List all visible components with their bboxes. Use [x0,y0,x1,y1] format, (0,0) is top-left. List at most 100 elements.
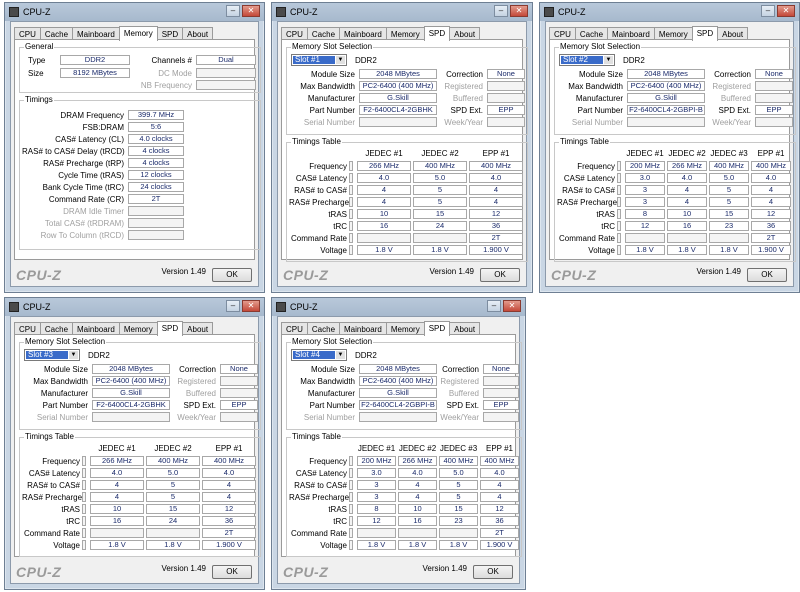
title-bar[interactable]: CPU-Z – ✕ [272,3,532,21]
window-controls: – ✕ [226,5,260,17]
ok-button[interactable]: OK [473,565,513,579]
max-bandwidth-label: Max Bandwidth [300,82,355,91]
manufacturer-value: G.Skill [359,388,437,398]
ok-button[interactable]: OK [480,268,520,282]
timings-cell: 5 [413,185,467,195]
timing-value: 24 clocks [128,182,184,192]
slot-select[interactable]: Slot #1 ▼ [291,54,347,66]
timings-blank-cell [349,245,353,255]
spd-ext-value: EPP [483,400,519,410]
timings-cell: 15 [709,209,749,219]
memory-slot-selection-group: Memory Slot Selection Slot #1 ▼ DDR2 Module … [286,42,528,135]
nb-frequency-label: NB Frequency [140,81,192,90]
timings-column-header: JEDEC #2 [398,444,437,453]
chevron-down-icon[interactable]: ▼ [336,56,345,64]
timings-cell: 3 [625,185,665,195]
close-icon[interactable]: ✕ [510,5,528,17]
group-title: Timings Table [291,137,342,146]
timings-cell [357,233,411,243]
dc-mode-label: DC Mode [158,69,192,78]
timings-blank-cell [617,161,621,171]
correction-label: Correction [446,70,483,79]
timings-row-label: Voltage [320,246,347,255]
timings-cell: 4.0 [357,173,411,183]
version-label: Version 1.49 [696,267,741,276]
week-year-label: Week/Year [444,118,483,127]
window-client: CPU Cache Mainboard Memory SPD About Memory Sl… [277,316,522,584]
timings-cell: 15 [413,209,467,219]
tab-panel: Memory Slot Selection Slot #3 ▼ DDR2 Module … [14,334,261,557]
timings-cell: 2T [202,528,256,538]
tab-strip: CPU Cache Mainboard Memory SPD About [549,26,749,41]
timings-cell: 16 [90,516,144,526]
title-bar[interactable]: CPU-Z – ✕ [540,3,799,21]
timings-blank-cell [82,528,86,538]
timings-blank-cell [82,516,86,526]
slot-select[interactable]: Slot #4 ▼ [291,349,347,361]
timings-cell: 4.0 [90,468,144,478]
tab-spd[interactable]: SPD [156,321,184,336]
timings-cell: 10 [398,504,437,514]
title-bar[interactable]: CPU-Z – ✕ [5,3,264,21]
tab-spd[interactable]: SPD [691,26,719,41]
timings-table-group: Timings Table JEDEC #1 JEDEC #2 EPP #1 Frequ… [286,137,528,262]
close-icon[interactable]: ✕ [242,5,260,17]
spd-ext-value: EPP [755,105,793,115]
ok-button[interactable]: OK [212,565,252,579]
timings-cell: 1.8 V [90,540,144,550]
tab-spd[interactable]: SPD [423,321,451,336]
tab-spd[interactable]: SPD [423,26,451,41]
timings-blank-cell [82,540,86,550]
slot-select[interactable]: Slot #3 ▼ [24,349,80,361]
timings-cell: 400 MHz [480,456,519,466]
minimize-icon[interactable]: – [226,5,240,17]
slot-select[interactable]: Slot #2 ▼ [559,54,615,66]
buffered-value [220,388,258,398]
window-client: CPU Cache Mainboard Memory SPD About General Ty… [10,21,261,287]
timings-row-label: RAS# Precharge [557,198,618,207]
tab-panel: Memory Slot Selection Slot #2 ▼ DDR2 Module … [549,39,796,262]
registered-value [483,376,519,386]
close-icon[interactable]: ✕ [242,300,260,312]
timings-cell: 36 [469,221,523,231]
group-title: Memory Slot Selection [24,337,107,346]
registered-label: Registered [440,377,479,386]
timings-row-label: tRC [601,222,615,231]
timings-row-label: RAS# to CAS# [294,481,347,490]
correction-value: None [487,69,525,79]
minimize-icon[interactable]: – [494,5,508,17]
ok-button[interactable]: OK [747,268,787,282]
chevron-down-icon[interactable]: ▼ [69,351,78,359]
tab-memory[interactable]: Memory [118,26,158,41]
week-year-value [220,412,258,422]
timings-column-header: JEDEC #1 [626,149,664,158]
minimize-icon[interactable]: – [761,5,775,17]
timing-value [128,206,184,216]
buffered-value [483,388,519,398]
timings-cell: 400 MHz [751,161,791,171]
title-bar[interactable]: CPU-Z – ✕ [272,298,525,316]
close-icon[interactable]: ✕ [777,5,795,17]
title-bar[interactable]: CPU-Z – ✕ [5,298,264,316]
timings-cell: 4 [751,197,791,207]
module-size-label: Module Size [578,70,623,79]
minimize-icon[interactable]: – [487,300,501,312]
timing-label: RAS# Precharge (tRP) [43,159,124,168]
timings-cell: 5 [709,197,749,207]
close-icon[interactable]: ✕ [503,300,521,312]
timings-cell: 266 MHz [90,456,144,466]
registered-value [755,81,793,91]
timings-row-label: tRC [333,222,347,231]
timings-row-label: Frequency [309,457,347,466]
timings-cell: 400 MHz [413,161,467,171]
minimize-icon[interactable]: – [226,300,240,312]
timings-row-label: Voltage [588,246,615,255]
chevron-down-icon[interactable]: ▼ [604,56,613,64]
timings-cell: 200 MHz [625,161,665,171]
timings-cell: 5.0 [439,468,478,478]
timings-cell: 5 [413,197,467,207]
ok-button[interactable]: OK [212,268,252,282]
nb-frequency-value [196,80,256,90]
chevron-down-icon[interactable]: ▼ [336,351,345,359]
timings-row-label: RAS# Precharge [289,198,350,207]
